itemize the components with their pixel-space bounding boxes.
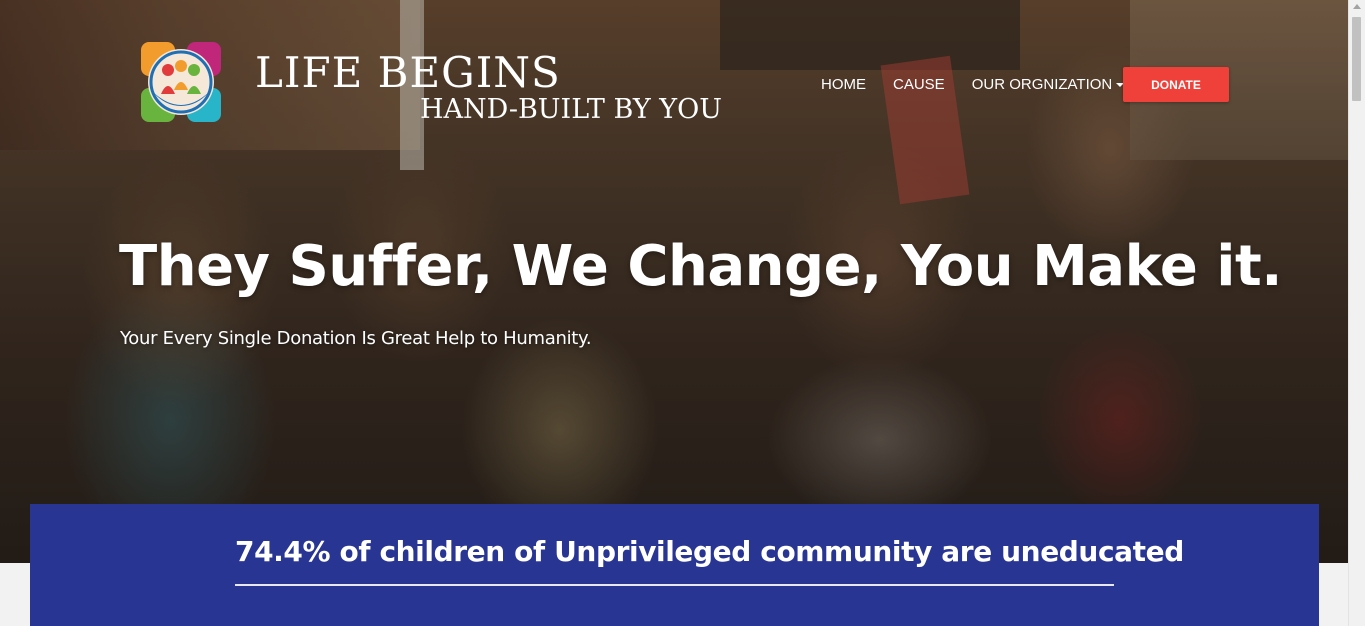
- main-nav: HOME CAUSE OUR ORGNIZATION: [821, 75, 1125, 95]
- nav-cause[interactable]: CAUSE: [893, 75, 945, 95]
- nav-our-organization-label: OUR ORGNIZATION: [971, 76, 1113, 93]
- nav-our-organization[interactable]: OUR ORGNIZATION: [972, 75, 1125, 95]
- logo-icon[interactable]: [135, 36, 227, 128]
- scroll-up-icon[interactable]: [1353, 4, 1361, 9]
- hero-headline: They Suffer, We Change, You Make it.: [119, 234, 1283, 299]
- donate-button[interactable]: DONATE: [1123, 67, 1229, 102]
- hero-subheadline: Your Every Single Donation Is Great Help…: [120, 328, 592, 349]
- brand-subtitle: HAND-BUILT BY YOU: [420, 94, 723, 125]
- page-scrollbar[interactable]: [1348, 0, 1365, 626]
- stat-divider: [235, 584, 1114, 586]
- stat-panel: 74.4% of children of Unprivileged commun…: [30, 504, 1319, 626]
- scroll-thumb[interactable]: [1352, 17, 1361, 101]
- nav-home[interactable]: HOME: [821, 75, 866, 95]
- brand-title: LIFE BEGINS: [255, 48, 561, 97]
- stat-text: 74.4% of children of Unprivileged commun…: [235, 535, 1184, 568]
